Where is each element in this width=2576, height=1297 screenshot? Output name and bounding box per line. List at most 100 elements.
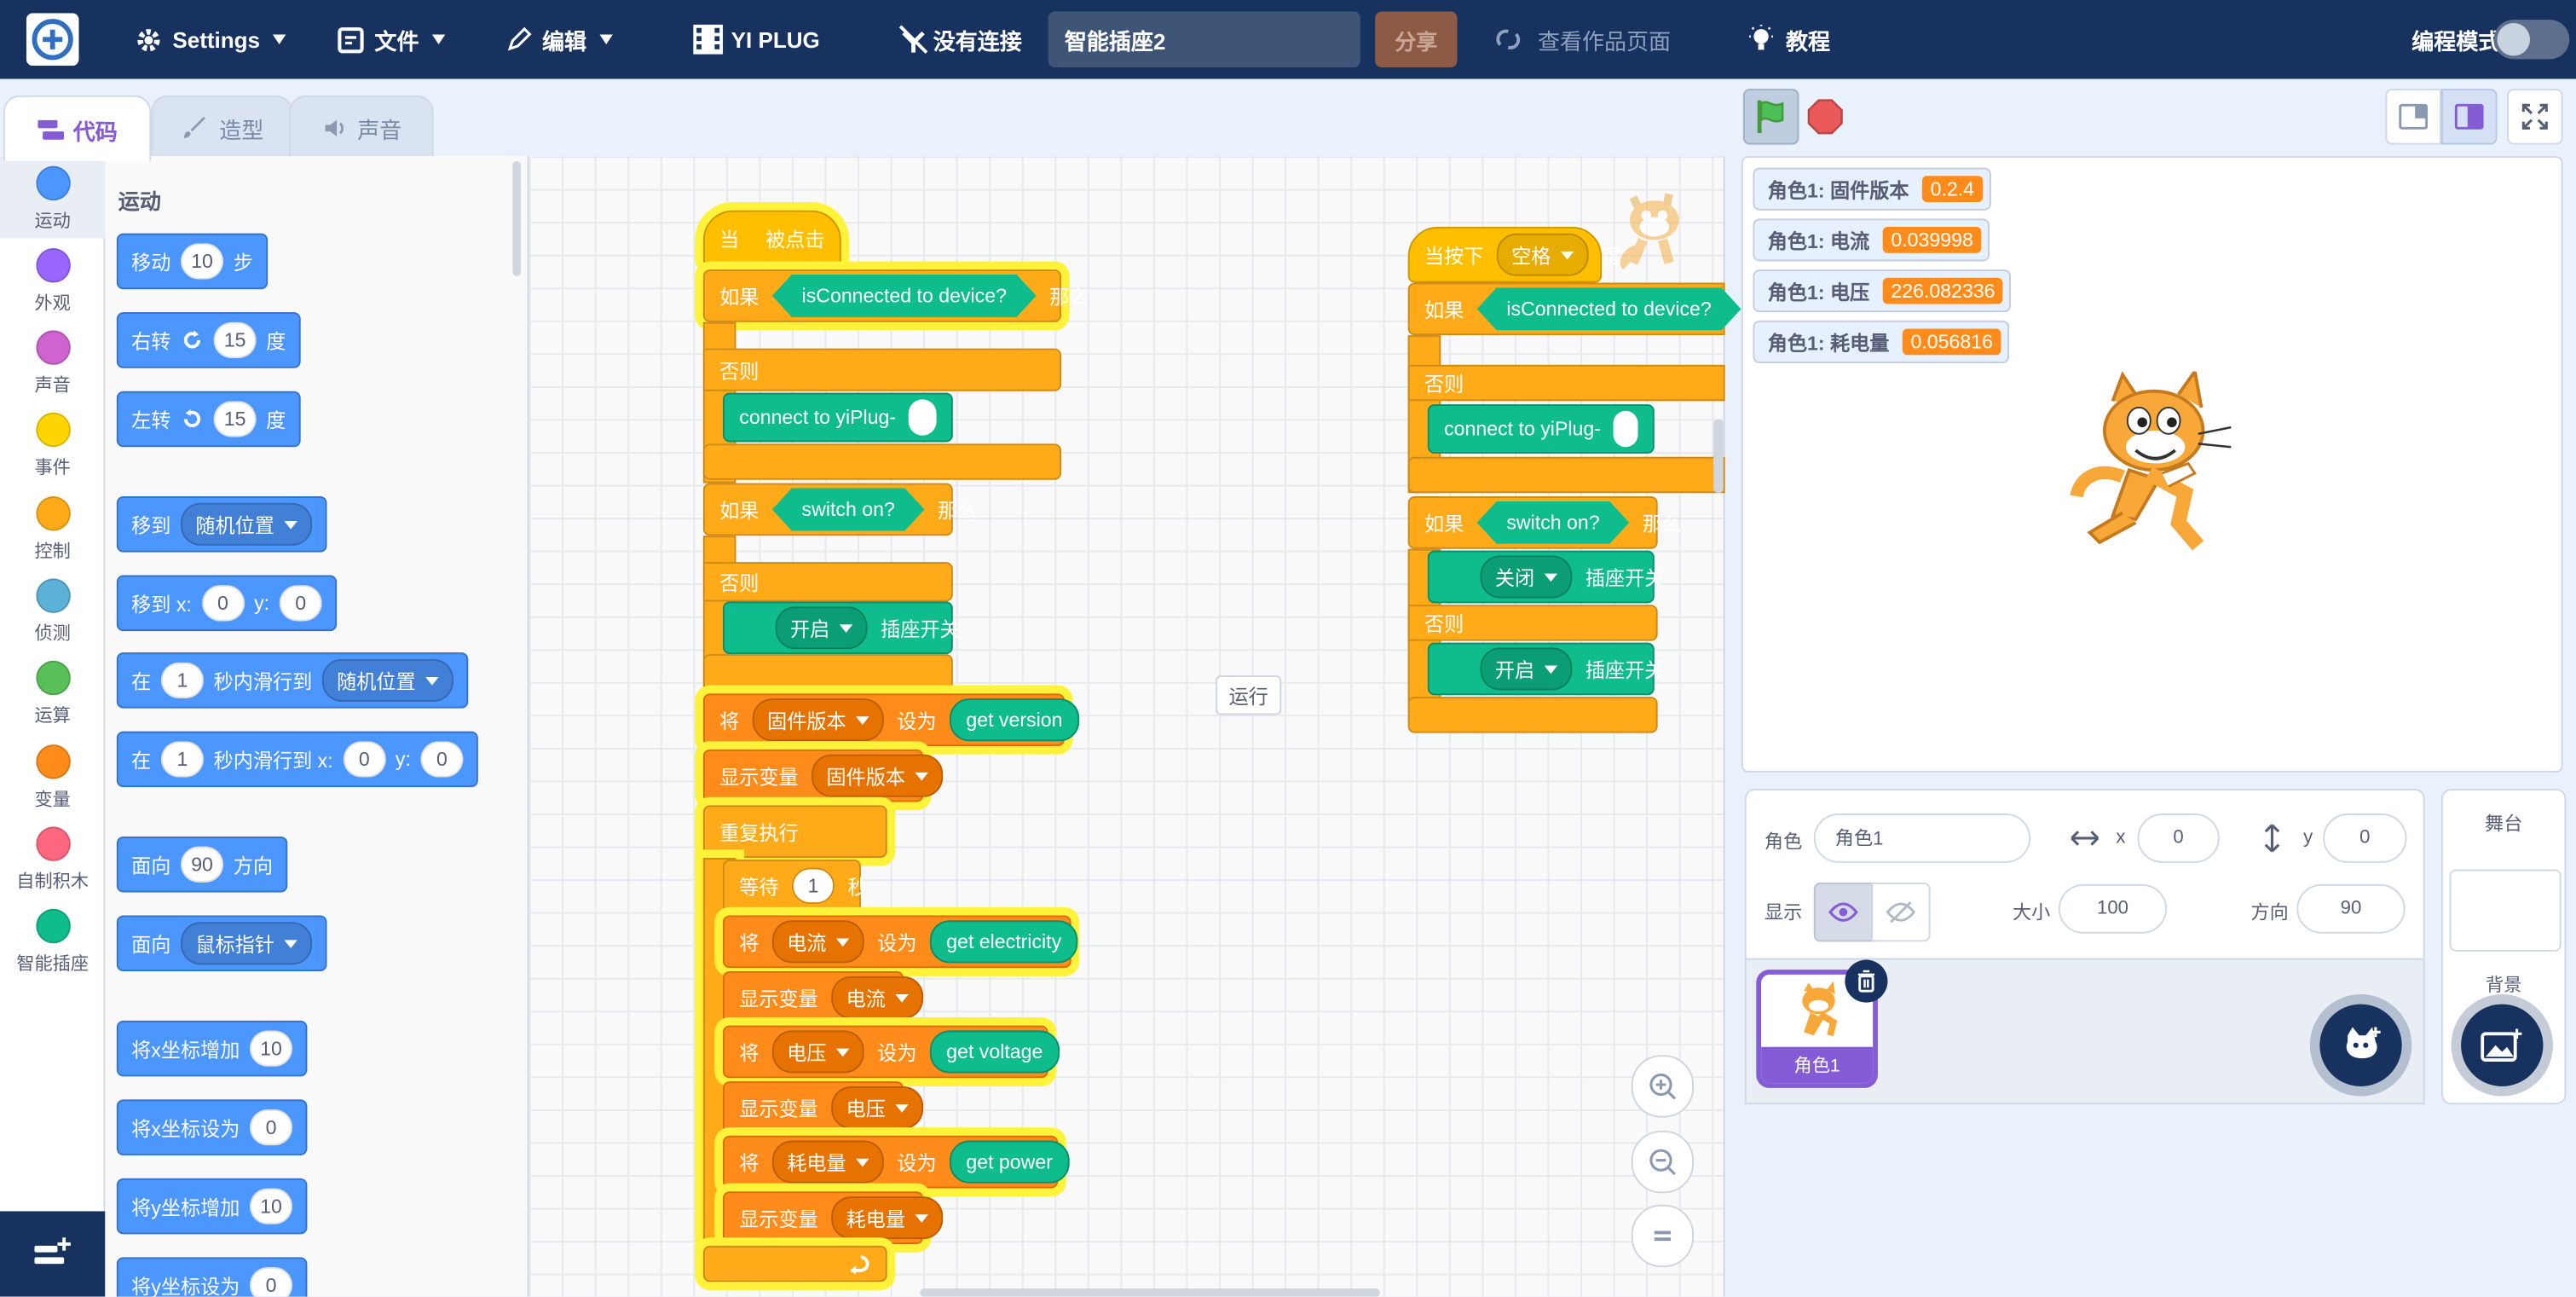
category-looks[interactable]: 外观: [0, 238, 105, 320]
x-input[interactable]: 0: [2137, 814, 2220, 863]
key-dropdown[interactable]: 空格: [1496, 233, 1589, 276]
seconds-input[interactable]: 1: [160, 662, 205, 699]
block-set-variable-firmware[interactable]: 将 固件版本 设为 get version: [702, 693, 1079, 746]
size-input[interactable]: 100: [2058, 883, 2168, 934]
direction-input[interactable]: 90: [2296, 883, 2406, 934]
variable-monitor-firmware[interactable]: 角色1: 固件版本 0.2.4: [1753, 167, 1991, 211]
x-input[interactable]: 0: [343, 741, 386, 778]
show-sprite-button[interactable]: [1813, 882, 1874, 942]
category-sensing[interactable]: 侦测: [0, 569, 105, 651]
switch-state-dropdown[interactable]: 开启: [1480, 647, 1573, 691]
number-input[interactable]: 15: [213, 401, 257, 437]
code-horizontal-scrollbar[interactable]: [920, 1288, 1380, 1297]
tutorials-button[interactable]: 教程: [1747, 0, 1830, 79]
delete-sprite-button[interactable]: [1845, 959, 1888, 1003]
block-when-key-pressed[interactable]: 当按下 空格 键: [1407, 226, 1621, 283]
block-show-variable-firmware[interactable]: 显示变量 固件版本: [702, 749, 944, 802]
target-dropdown[interactable]: 随机位置: [181, 502, 313, 546]
extension-brand[interactable]: YI PLUG: [690, 0, 820, 79]
tab-sounds[interactable]: 声音: [289, 95, 434, 159]
block-set-y[interactable]: 将y坐标设为 0: [116, 1257, 308, 1297]
block-set-x[interactable]: 将x坐标设为 0: [116, 1099, 308, 1155]
variable-dropdown[interactable]: 电压: [831, 1086, 924, 1130]
block-set-variable-voltage[interactable]: 将 电压 设为 get voltage: [723, 1025, 1060, 1079]
target-dropdown[interactable]: 鼠标指针: [181, 922, 313, 965]
condition-reporter[interactable]: switch on?: [772, 488, 925, 530]
variable-dropdown[interactable]: 电流: [771, 920, 864, 964]
number-input[interactable]: 0: [249, 1266, 293, 1297]
sprite-name-input[interactable]: 角色1: [1813, 814, 2031, 863]
share-button[interactable]: 分享: [1375, 11, 1458, 68]
block-if-else-connected[interactable]: 如果 isConnected to device? 那么: [702, 269, 1089, 322]
block-forever[interactable]: 重复执行: [702, 805, 887, 859]
block-show-variable-voltage[interactable]: 显示变量 电压: [723, 1081, 924, 1134]
condition-reporter[interactable]: switch on?: [1477, 501, 1630, 544]
block-if-else-switch[interactable]: 如果 switch on? 那么: [1407, 496, 1682, 549]
block-change-y[interactable]: 将y坐标增加 10: [116, 1178, 308, 1235]
block-if-else-connected[interactable]: 如果 isConnected to device?: [1407, 282, 1725, 336]
number-input[interactable]: 10: [249, 1030, 293, 1067]
file-menu[interactable]: 文件: [337, 0, 446, 79]
normal-stage-button[interactable]: [2440, 89, 2498, 145]
number-input[interactable]: 0: [249, 1109, 293, 1146]
category-variables[interactable]: 变量: [0, 735, 105, 817]
variable-dropdown[interactable]: 电流: [831, 976, 924, 1019]
block-move-steps[interactable]: 移动 10 步: [116, 233, 269, 290]
add-sprite-button[interactable]: [2319, 1004, 2402, 1086]
variable-dropdown[interactable]: 电压: [771, 1030, 864, 1074]
number-input[interactable]: 10: [181, 243, 224, 280]
condition-reporter[interactable]: isConnected to device?: [772, 275, 1037, 317]
zoom-reset-button[interactable]: [1631, 1204, 1695, 1267]
palette-scrollbar[interactable]: [512, 160, 521, 276]
variable-dropdown[interactable]: 固件版本: [811, 754, 944, 797]
block-set-variable-power[interactable]: 将 耗电量 设为 get power: [723, 1135, 1070, 1189]
condition-reporter[interactable]: isConnected to device?: [1477, 287, 1741, 330]
target-dropdown[interactable]: 随机位置: [321, 658, 454, 702]
get-voltage-reporter[interactable]: get voltage: [929, 1030, 1060, 1074]
category-sound[interactable]: 声音: [0, 321, 105, 402]
variable-monitor-current[interactable]: 角色1: 电流 0.039998: [1753, 218, 1990, 262]
fullscreen-button[interactable]: [2507, 89, 2563, 145]
see-project-page-button[interactable]: 查看作品页面: [1495, 0, 1671, 79]
get-power-reporter[interactable]: get power: [950, 1140, 1070, 1184]
device-id-input[interactable]: [1614, 410, 1638, 448]
code-vertical-scrollbar[interactable]: [1713, 419, 1724, 494]
y-input[interactable]: 0: [279, 585, 322, 622]
block-point-towards[interactable]: 面向 鼠标指针: [116, 915, 327, 972]
project-title-input[interactable]: 智能插座2: [1048, 11, 1360, 68]
block-set-switch[interactable]: 开启 插座开关: [723, 601, 960, 655]
x-input[interactable]: 0: [201, 585, 245, 622]
block-change-x[interactable]: 将x坐标增加 10: [116, 1020, 308, 1077]
variable-dropdown[interactable]: 固件版本: [752, 698, 884, 742]
block-set-variable-current[interactable]: 将 电流 设为 get electricity: [723, 915, 1078, 969]
block-set-switch-on[interactable]: 开启 插座开关: [1427, 642, 1664, 696]
block-glide-to-target[interactable]: 在 1 秒内滑行到 随机位置: [116, 652, 469, 709]
category-events[interactable]: 事件: [0, 402, 105, 484]
block-connect-yiplug[interactable]: connect to yiPlug-: [723, 392, 953, 443]
block-connect-yiplug[interactable]: connect to yiPlug-: [1427, 404, 1655, 454]
logo[interactable]: [26, 0, 79, 79]
y-input[interactable]: 0: [420, 741, 464, 778]
direction-input[interactable]: 90: [181, 846, 224, 883]
tab-costumes[interactable]: 造型: [151, 95, 293, 159]
cat-sprite[interactable]: [2064, 371, 2244, 561]
connection-status[interactable]: 没有连接: [897, 0, 1022, 79]
settings-menu[interactable]: Settings: [135, 0, 286, 79]
block-point-in-direction[interactable]: 面向 90 方向: [116, 836, 288, 893]
edit-menu[interactable]: 编辑: [506, 0, 613, 79]
category-control[interactable]: 控制: [0, 486, 105, 568]
block-turn-right[interactable]: 右转 15 度: [116, 312, 301, 368]
programming-mode-toggle[interactable]: [2493, 20, 2570, 60]
variable-monitor-voltage[interactable]: 角色1: 电压 226.082336: [1753, 269, 2012, 313]
stop-button[interactable]: [1797, 89, 1853, 145]
category-smart-plug[interactable]: 智能插座: [0, 899, 105, 981]
category-motion[interactable]: 运动: [0, 156, 106, 239]
category-my-blocks[interactable]: 自制积木: [0, 817, 105, 899]
switch-state-dropdown[interactable]: 开启: [775, 606, 868, 650]
block-glide-to-xy[interactable]: 在 1 秒内滑行到 x: 0 y: 0: [116, 731, 478, 788]
switch-state-dropdown[interactable]: 关闭: [1480, 555, 1573, 599]
variable-dropdown[interactable]: 耗电量: [771, 1140, 884, 1184]
get-version-reporter[interactable]: get version: [950, 698, 1079, 742]
number-input[interactable]: 15: [213, 321, 257, 359]
block-show-variable-power[interactable]: 显示变量 耗电量: [723, 1191, 944, 1244]
